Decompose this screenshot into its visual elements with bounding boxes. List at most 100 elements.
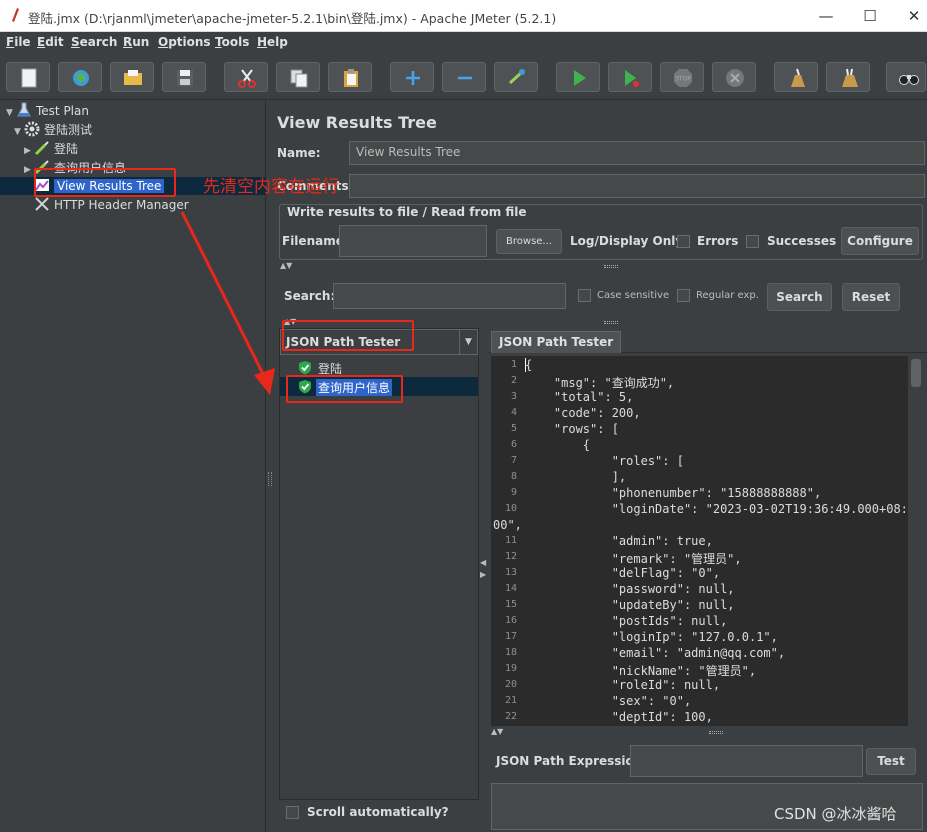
tree-node-header-manager[interactable]: HTTP Header Manager xyxy=(34,196,189,214)
menu-run[interactable]: Run xyxy=(123,35,149,49)
successes-checkbox[interactable] xyxy=(746,235,759,248)
save-icon xyxy=(177,70,193,86)
browse-button[interactable]: Browse... xyxy=(496,229,562,254)
line-number: 13 xyxy=(504,567,517,578)
start-no-pauses-button[interactable] xyxy=(608,62,652,92)
menu-tools[interactable]: Tools xyxy=(215,35,249,49)
tree-node-thread-group[interactable]: ▼ 登陆测试 xyxy=(14,121,92,139)
expand-arrow-icon[interactable]: ▶ xyxy=(24,165,34,175)
name-label: Name: xyxy=(277,146,321,160)
tree-label: HTTP Header Manager xyxy=(54,198,189,212)
json-path-input[interactable] xyxy=(630,745,863,777)
collapse-arrow-icon[interactable]: ▼ xyxy=(14,127,24,137)
cut-button[interactable] xyxy=(224,62,268,92)
splitter-arrows-icon: ▲▼ xyxy=(491,727,504,736)
dropdown-arrow-icon[interactable]: ▼ xyxy=(459,330,477,354)
menu-bar: File Edit Search Run Options Tools Help xyxy=(0,32,927,54)
line-number: 19 xyxy=(504,663,517,674)
minimize-button[interactable]: — xyxy=(806,4,846,28)
open-button[interactable] xyxy=(110,62,154,92)
scroll-auto-checkbox[interactable] xyxy=(286,806,299,819)
collapse-icon xyxy=(458,76,472,80)
tab-json-path-tester[interactable]: JSON Path Tester xyxy=(491,331,622,353)
json-line: "deptId": 100, xyxy=(525,710,713,724)
json-line: "nickName": "管理员", xyxy=(525,664,757,678)
view-results-tree-panel: View Results Tree Name: View Results Tre… xyxy=(274,100,927,832)
name-field[interactable]: View Results Tree xyxy=(349,141,925,165)
open-icon xyxy=(124,70,142,85)
line-number: 21 xyxy=(504,695,517,706)
expand-all-button[interactable] xyxy=(390,62,434,92)
json-line: "total": 5, xyxy=(525,390,634,404)
json-vertical-scrollbar[interactable] xyxy=(907,356,923,726)
errors-checkbox[interactable] xyxy=(677,235,690,248)
json-line: "updateBy": null, xyxy=(525,598,735,612)
csdn-watermark: CSDN @冰冰酱哈 xyxy=(774,805,897,823)
text-caret xyxy=(525,358,526,372)
jmeter-feather-icon xyxy=(12,8,19,22)
tree-label: Test Plan xyxy=(36,104,89,118)
vertical-splitter[interactable]: ◀ ▶ xyxy=(479,328,489,802)
search-input[interactable] xyxy=(333,283,566,309)
save-button[interactable] xyxy=(162,62,206,92)
tree-node-test-plan[interactable]: ▼ Test Plan xyxy=(6,102,89,120)
json-response-view[interactable]: 1 2 3 4 5 6 7 8 9 10 11 12 13 14 15 16 17 18 19 20 21 22 { "m… xyxy=(491,356,907,726)
toggle-button[interactable] xyxy=(494,62,538,92)
collapse-all-button[interactable] xyxy=(442,62,486,92)
copy-button[interactable] xyxy=(276,62,320,92)
splitter-arrows-icon: ◀ xyxy=(480,558,487,567)
line-number: 22 xyxy=(504,711,517,722)
test-button[interactable]: Test xyxy=(866,748,916,775)
scroll-thumb[interactable] xyxy=(911,359,921,387)
log-display-only-label: Log/Display Only: xyxy=(570,234,688,248)
line-number: 6 xyxy=(510,439,517,450)
search-label: Search: xyxy=(284,289,336,303)
menu-help[interactable]: Help xyxy=(257,35,288,49)
gear-icon xyxy=(24,121,40,137)
menu-search[interactable]: Search xyxy=(71,35,117,49)
close-button[interactable]: ✕ xyxy=(894,4,927,28)
case-sensitive-checkbox[interactable] xyxy=(578,289,591,302)
clear-all-icon xyxy=(842,68,858,87)
menu-options[interactable]: Options xyxy=(158,35,211,49)
shutdown-button[interactable] xyxy=(712,62,756,92)
regular-exp-checkbox[interactable] xyxy=(677,289,690,302)
comments-field[interactable] xyxy=(349,174,925,198)
new-button[interactable] xyxy=(6,62,50,92)
clear-all-button[interactable] xyxy=(826,62,870,92)
json-line: "code": 200, xyxy=(525,406,641,420)
clear-button[interactable] xyxy=(774,62,818,92)
line-number: 12 xyxy=(504,551,517,562)
line-number: 17 xyxy=(504,631,517,642)
search-tree-button[interactable] xyxy=(886,62,926,92)
json-line: { xyxy=(525,438,591,452)
cut-icon xyxy=(238,69,256,88)
copy-icon xyxy=(290,69,308,88)
search-button[interactable]: Search xyxy=(767,283,832,311)
filename-field[interactable] xyxy=(339,225,487,257)
collapse-arrow-icon[interactable]: ▼ xyxy=(6,108,16,118)
line-number: 15 xyxy=(504,599,517,610)
stop-button[interactable]: STOP xyxy=(660,62,704,92)
json-line: "delFlag": "0", xyxy=(525,566,721,580)
tree-label: 登陆测试 xyxy=(44,123,93,137)
templates-button[interactable] xyxy=(58,62,102,92)
horizontal-splitter-1[interactable]: ▲▼ xyxy=(274,261,927,270)
annotation-box-renderer xyxy=(282,320,414,351)
reset-button[interactable]: Reset xyxy=(842,283,900,311)
maximize-button[interactable]: ☐ xyxy=(850,4,890,28)
expand-arrow-icon[interactable]: ▶ xyxy=(24,146,34,156)
tree-node-login[interactable]: ▶ 登陆 xyxy=(24,140,78,158)
json-line: "loginIp": "127.0.0.1", xyxy=(525,630,778,644)
left-splitter[interactable] xyxy=(266,100,274,832)
annotation-box-tree xyxy=(34,168,176,197)
json-line: "remark": "管理员", xyxy=(525,552,742,566)
menu-file[interactable]: File xyxy=(6,35,31,49)
json-line: "admin": true, xyxy=(525,534,713,548)
start-button[interactable] xyxy=(556,62,600,92)
configure-button[interactable]: Configure xyxy=(841,227,919,255)
horizontal-splitter-3[interactable]: ▲▼ xyxy=(489,727,927,736)
paste-button[interactable] xyxy=(328,62,372,92)
line-number: 16 xyxy=(504,615,517,626)
menu-edit[interactable]: Edit xyxy=(37,35,64,49)
